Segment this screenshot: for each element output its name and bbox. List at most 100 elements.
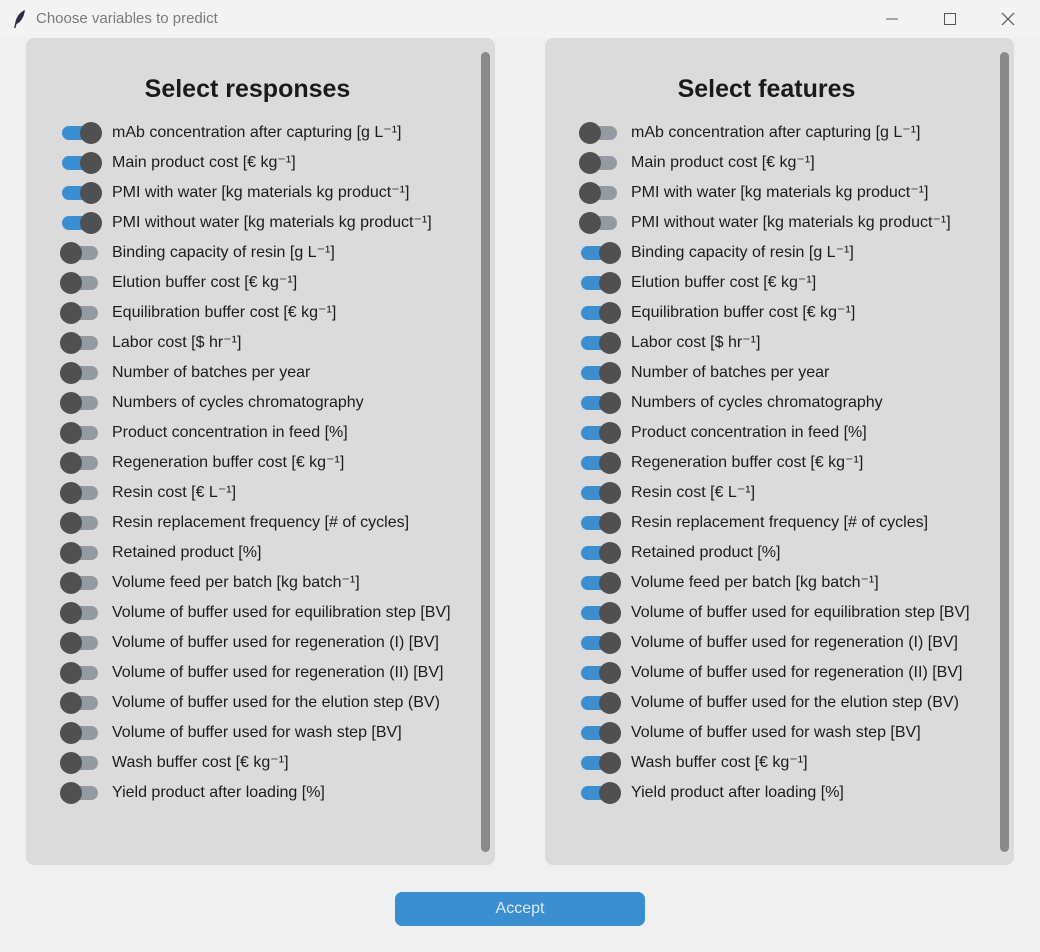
toggle-switch[interactable] — [58, 660, 102, 686]
features-row[interactable]: Resin cost [€ L⁻¹] — [577, 480, 755, 506]
toggle-switch[interactable] — [58, 420, 102, 446]
toggle-switch[interactable] — [577, 270, 621, 296]
responses-row[interactable]: Volume of buffer used for equilibration … — [58, 600, 451, 626]
minimize-button[interactable] — [863, 0, 921, 38]
toggle-switch[interactable] — [577, 210, 621, 236]
toggle-switch[interactable] — [58, 270, 102, 296]
toggle-switch[interactable] — [58, 450, 102, 476]
responses-row[interactable]: Wash buffer cost [€ kg⁻¹] — [58, 750, 289, 776]
toggle-switch[interactable] — [58, 720, 102, 746]
features-row[interactable]: Resin replacement frequency [# of cycles… — [577, 510, 928, 536]
toggle-switch[interactable] — [577, 390, 621, 416]
responses-row[interactable]: Resin cost [€ L⁻¹] — [58, 480, 236, 506]
toggle-switch[interactable] — [577, 660, 621, 686]
features-row[interactable]: Yield product after loading [%] — [577, 780, 844, 806]
toggle-switch[interactable] — [577, 630, 621, 656]
features-row[interactable]: Numbers of cycles chromatography — [577, 390, 883, 416]
responses-row[interactable]: Numbers of cycles chromatography — [58, 390, 364, 416]
accept-button[interactable]: Accept — [395, 892, 645, 926]
features-row[interactable]: Regeneration buffer cost [€ kg⁻¹] — [577, 450, 863, 476]
toggle-switch[interactable] — [577, 420, 621, 446]
features-row[interactable]: Main product cost [€ kg⁻¹] — [577, 150, 815, 176]
features-row[interactable]: Volume of buffer used for equilibration … — [577, 600, 970, 626]
features-row[interactable]: PMI without water [kg materials kg produ… — [577, 210, 951, 236]
features-row[interactable]: Binding capacity of resin [g L⁻¹] — [577, 240, 854, 266]
features-scrollbar[interactable] — [1000, 52, 1009, 852]
toggle-switch[interactable] — [577, 450, 621, 476]
features-row[interactable]: Volume of buffer used for regeneration (… — [577, 630, 958, 656]
toggle-switch[interactable] — [577, 720, 621, 746]
toggle-switch[interactable] — [577, 180, 621, 206]
window-title: Choose variables to predict — [36, 10, 218, 27]
toggle-switch[interactable] — [577, 690, 621, 716]
responses-row[interactable]: Elution buffer cost [€ kg⁻¹] — [58, 270, 297, 296]
toggle-switch[interactable] — [58, 210, 102, 236]
responses-row[interactable]: Product concentration in feed [%] — [58, 420, 348, 446]
responses-row[interactable]: Labor cost [$ hr⁻¹] — [58, 330, 241, 356]
toggle-switch[interactable] — [577, 780, 621, 806]
toggle-switch[interactable] — [577, 510, 621, 536]
toggle-switch[interactable] — [577, 540, 621, 566]
toggle-switch[interactable] — [58, 600, 102, 626]
toggle-switch[interactable] — [577, 150, 621, 176]
toggle-switch[interactable] — [577, 600, 621, 626]
toggle-switch[interactable] — [58, 120, 102, 146]
responses-row[interactable]: Volume feed per batch [kg batch⁻¹] — [58, 570, 360, 596]
toggle-switch[interactable] — [577, 120, 621, 146]
toggle-switch[interactable] — [577, 300, 621, 326]
responses-row[interactable]: Binding capacity of resin [g L⁻¹] — [58, 240, 335, 266]
responses-scrollbar[interactable] — [481, 52, 490, 852]
responses-row[interactable]: Number of batches per year — [58, 360, 310, 386]
toggle-switch[interactable] — [58, 630, 102, 656]
toggle-switch[interactable] — [58, 240, 102, 266]
maximize-button[interactable] — [921, 0, 979, 38]
responses-row[interactable]: PMI with water [kg materials kg product⁻… — [58, 180, 409, 206]
toggle-switch[interactable] — [577, 240, 621, 266]
features-row[interactable]: Product concentration in feed [%] — [577, 420, 867, 446]
responses-row[interactable]: mAb concentration after capturing [g L⁻¹… — [58, 120, 401, 146]
toggle-switch[interactable] — [58, 150, 102, 176]
toggle-switch[interactable] — [58, 180, 102, 206]
responses-row[interactable]: Retained product [%] — [58, 540, 261, 566]
features-row[interactable]: Equilibration buffer cost [€ kg⁻¹] — [577, 300, 855, 326]
toggle-switch[interactable] — [58, 510, 102, 536]
toggle-switch[interactable] — [577, 750, 621, 776]
toggle-switch[interactable] — [58, 330, 102, 356]
toggle-switch[interactable] — [58, 300, 102, 326]
features-row[interactable]: Volume of buffer used for the elution st… — [577, 690, 959, 716]
toggle-switch[interactable] — [58, 480, 102, 506]
responses-row[interactable]: Yield product after loading [%] — [58, 780, 325, 806]
toggle-switch[interactable] — [58, 690, 102, 716]
toggle-switch[interactable] — [58, 390, 102, 416]
toggle-switch[interactable] — [577, 480, 621, 506]
responses-row[interactable]: Volume of buffer used for regeneration (… — [58, 630, 439, 656]
toggle-switch[interactable] — [58, 780, 102, 806]
responses-row[interactable]: Volume of buffer used for regeneration (… — [58, 660, 443, 686]
toggle-switch[interactable] — [58, 540, 102, 566]
toggle-switch[interactable] — [58, 750, 102, 776]
features-row[interactable]: mAb concentration after capturing [g L⁻¹… — [577, 120, 920, 146]
toggle-switch[interactable] — [58, 570, 102, 596]
features-row[interactable]: Number of batches per year — [577, 360, 829, 386]
close-button[interactable] — [979, 0, 1037, 38]
toggle-switch[interactable] — [58, 360, 102, 386]
features-row[interactable]: Volume feed per batch [kg batch⁻¹] — [577, 570, 879, 596]
toggle-switch[interactable] — [577, 360, 621, 386]
toggle-knob — [599, 452, 621, 474]
features-row[interactable]: Labor cost [$ hr⁻¹] — [577, 330, 760, 356]
responses-row[interactable]: Resin replacement frequency [# of cycles… — [58, 510, 409, 536]
responses-row[interactable]: PMI without water [kg materials kg produ… — [58, 210, 432, 236]
responses-row[interactable]: Equilibration buffer cost [€ kg⁻¹] — [58, 300, 336, 326]
responses-row[interactable]: Regeneration buffer cost [€ kg⁻¹] — [58, 450, 344, 476]
toggle-switch[interactable] — [577, 330, 621, 356]
features-row[interactable]: Volume of buffer used for wash step [BV] — [577, 720, 921, 746]
responses-row[interactable]: Main product cost [€ kg⁻¹] — [58, 150, 296, 176]
responses-row[interactable]: Volume of buffer used for wash step [BV] — [58, 720, 402, 746]
features-row[interactable]: Elution buffer cost [€ kg⁻¹] — [577, 270, 816, 296]
toggle-switch[interactable] — [577, 570, 621, 596]
features-row[interactable]: Wash buffer cost [€ kg⁻¹] — [577, 750, 808, 776]
features-row[interactable]: PMI with water [kg materials kg product⁻… — [577, 180, 928, 206]
features-row[interactable]: Volume of buffer used for regeneration (… — [577, 660, 962, 686]
responses-row[interactable]: Volume of buffer used for the elution st… — [58, 690, 440, 716]
features-row[interactable]: Retained product [%] — [577, 540, 780, 566]
